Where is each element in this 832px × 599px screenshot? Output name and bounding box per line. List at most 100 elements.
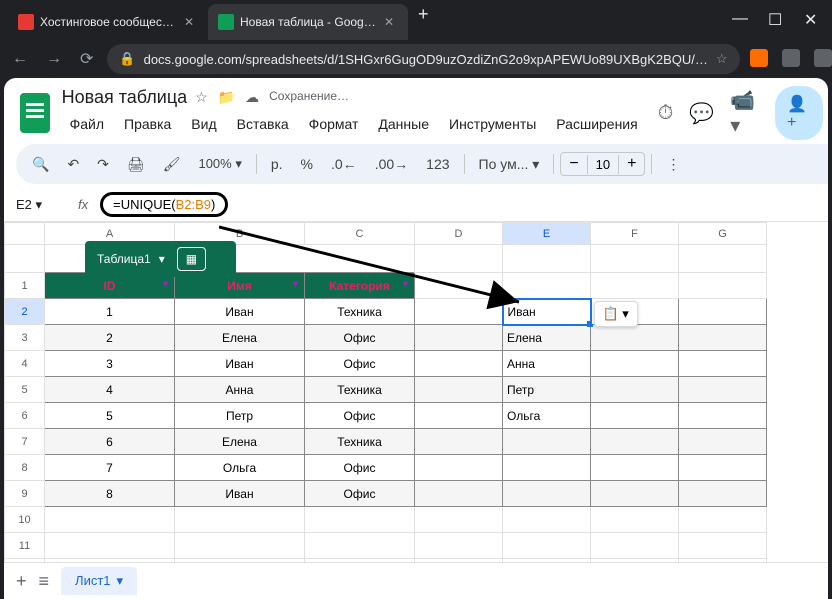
cell[interactable] — [503, 533, 591, 559]
cell[interactable] — [415, 481, 503, 507]
cell[interactable]: Елена — [175, 429, 305, 455]
cell[interactable] — [679, 351, 767, 377]
extension-icon[interactable] — [814, 49, 832, 67]
select-all-cell[interactable] — [5, 223, 45, 245]
cell[interactable]: 8 — [45, 481, 175, 507]
cell[interactable] — [591, 481, 679, 507]
cell[interactable] — [415, 299, 503, 325]
all-sheets-button[interactable]: ≡ — [39, 571, 50, 592]
cell[interactable] — [415, 429, 503, 455]
menu-format[interactable]: Формат — [301, 112, 367, 136]
menu-data[interactable]: Данные — [370, 112, 437, 136]
extension-icon[interactable] — [750, 49, 768, 67]
cell[interactable] — [679, 533, 767, 559]
table-chip[interactable]: Таблица1▾ ▦ — [85, 241, 236, 277]
cell[interactable]: 2 — [45, 325, 175, 351]
cell[interactable] — [591, 559, 679, 563]
menu-insert[interactable]: Вставка — [229, 112, 297, 136]
close-icon[interactable]: ✕ — [384, 15, 398, 29]
forward-button[interactable]: → — [42, 46, 66, 72]
cell[interactable]: Техника — [305, 299, 415, 325]
cell[interactable] — [415, 403, 503, 429]
cell[interactable]: 1 — [45, 299, 175, 325]
cell[interactable] — [305, 559, 415, 563]
more-toolbar-button[interactable]: ⋮ — [658, 150, 688, 179]
currency-button[interactable]: р. — [263, 150, 291, 178]
cell[interactable]: Елена — [175, 325, 305, 351]
close-icon[interactable]: ✕ — [804, 10, 816, 30]
print-button[interactable]: 🖨 — [119, 150, 153, 179]
chevron-down-icon[interactable]: ▾ — [293, 279, 298, 290]
cell[interactable] — [45, 559, 175, 563]
sheet-tab[interactable]: Лист1 ▾ — [61, 567, 137, 595]
chevron-down-icon[interactable]: ▾ — [163, 279, 168, 290]
col-header-e[interactable]: E — [503, 223, 591, 245]
cell[interactable] — [591, 455, 679, 481]
zoom-select[interactable]: 100% ▾ — [190, 150, 249, 178]
new-tab-button[interactable]: + — [408, 4, 439, 40]
extension-icon[interactable] — [782, 49, 800, 67]
cell[interactable] — [591, 403, 679, 429]
chevron-down-icon[interactable]: ▾ — [403, 279, 408, 290]
move-icon[interactable]: 📁 — [218, 89, 235, 106]
cell[interactable]: Техника — [305, 429, 415, 455]
cell[interactable] — [679, 403, 767, 429]
more-formats-button[interactable]: 123 — [418, 150, 457, 178]
cell[interactable]: Петр — [503, 377, 591, 403]
cell[interactable]: Офис — [305, 481, 415, 507]
cell[interactable]: Анна — [175, 377, 305, 403]
cell[interactable]: 7 — [45, 455, 175, 481]
cell[interactable] — [503, 429, 591, 455]
cell[interactable]: 📋 ▾ — [591, 299, 679, 325]
row-header-4[interactable]: 4 — [5, 351, 45, 377]
cell[interactable]: Петр — [175, 403, 305, 429]
percent-button[interactable]: % — [293, 150, 321, 178]
cell[interactable]: Иван — [175, 481, 305, 507]
cell[interactable]: 5 — [45, 403, 175, 429]
row-header-2[interactable]: 2 — [5, 299, 45, 325]
cell[interactable] — [415, 351, 503, 377]
cell[interactable]: 6 — [45, 429, 175, 455]
cell[interactable]: Ольга — [175, 455, 305, 481]
row-header-5[interactable]: 5 — [5, 377, 45, 403]
row-header-12[interactable]: 12 — [5, 559, 45, 563]
menu-extensions[interactable]: Расширения — [548, 112, 645, 136]
cell[interactable] — [679, 455, 767, 481]
cell[interactable] — [415, 325, 503, 351]
row-header-7[interactable]: 7 — [5, 429, 45, 455]
meet-icon[interactable]: 📹▾ — [730, 88, 759, 138]
cell[interactable] — [679, 507, 767, 533]
search-menus-button[interactable]: 🔍 — [24, 150, 57, 179]
cell[interactable] — [175, 559, 305, 563]
add-sheet-button[interactable]: + — [16, 571, 27, 592]
cell[interactable]: 3 — [45, 351, 175, 377]
comment-icon[interactable]: 💬 — [689, 101, 714, 126]
close-icon[interactable]: ✕ — [184, 15, 198, 29]
cell[interactable] — [591, 429, 679, 455]
decrease-decimal-button[interactable]: .0← — [323, 150, 365, 178]
address-input[interactable]: 🔒 docs.google.com/spreadsheets/d/1SHGxr6… — [107, 44, 739, 74]
history-icon[interactable]: ⏱ — [658, 102, 674, 125]
cloud-icon[interactable]: ☁ — [245, 89, 259, 106]
row-header-8[interactable]: 8 — [5, 455, 45, 481]
increase-decimal-button[interactable]: .00→ — [367, 150, 416, 178]
row-header-3[interactable]: 3 — [5, 325, 45, 351]
cell[interactable] — [591, 377, 679, 403]
font-size-value[interactable]: 10 — [587, 155, 619, 174]
cell[interactable] — [591, 325, 679, 351]
cell[interactable]: Ольга — [503, 403, 591, 429]
cell[interactable]: Иван — [175, 351, 305, 377]
cell[interactable] — [591, 533, 679, 559]
cell[interactable] — [679, 377, 767, 403]
cell[interactable] — [503, 507, 591, 533]
cell[interactable] — [415, 559, 503, 563]
cell[interactable] — [415, 377, 503, 403]
maximize-icon[interactable]: ☐ — [768, 10, 780, 30]
paint-format-button[interactable]: 🖌 — [155, 150, 189, 179]
row-header-11[interactable]: 11 — [5, 533, 45, 559]
document-title[interactable]: Новая таблица — [62, 87, 188, 108]
table-grid-icon[interactable]: ▦ — [177, 247, 206, 271]
cell[interactable] — [415, 507, 503, 533]
cell[interactable] — [305, 507, 415, 533]
cell[interactable]: Офис — [305, 403, 415, 429]
